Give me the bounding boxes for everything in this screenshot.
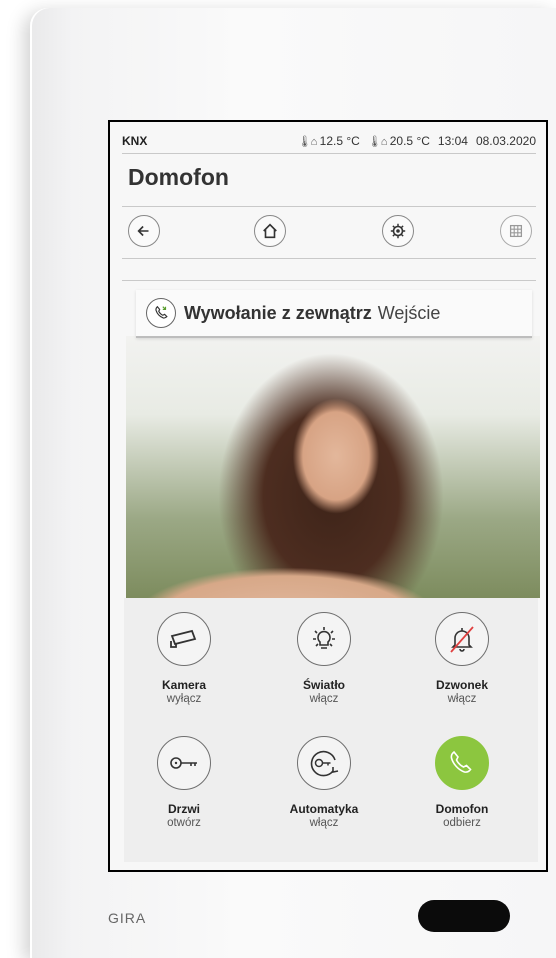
doorbell-button[interactable] bbox=[435, 612, 489, 666]
light-bulb-icon bbox=[313, 627, 335, 649]
hardware-home-button[interactable] bbox=[418, 900, 510, 932]
divider bbox=[122, 258, 536, 259]
light-control[interactable]: Światło włącz bbox=[264, 612, 384, 705]
outdoor-thermometer-icon: 🌡⌂ bbox=[297, 136, 318, 148]
automation-control[interactable]: Automatyka włącz bbox=[264, 736, 384, 829]
answer-button[interactable] bbox=[435, 736, 489, 790]
door-button[interactable] bbox=[157, 736, 211, 790]
controls-panel: Kamera wyłącz Światło włącz Dzwonek włąc… bbox=[124, 598, 538, 862]
call-banner: Wywołanie z zewnątrz Wejście bbox=[136, 290, 532, 338]
divider bbox=[122, 280, 536, 281]
back-button[interactable] bbox=[128, 215, 160, 247]
device-frame: KNX 🌡⌂ 12.5 °C 🌡⌂ 20.5 °C 13:04 08.03.20… bbox=[30, 8, 556, 958]
camera-label: Kamera bbox=[161, 678, 207, 692]
light-label: Światło bbox=[302, 678, 345, 692]
call-location: Wejście bbox=[377, 302, 441, 323]
home-button[interactable] bbox=[254, 215, 286, 247]
date: 08.03.2020 bbox=[475, 134, 536, 148]
indoor-temp: 🌡⌂ 20.5 °C bbox=[368, 134, 430, 148]
camera-control[interactable]: Kamera wyłącz bbox=[124, 612, 244, 705]
auto-key-icon bbox=[310, 750, 339, 777]
intercom-sublabel: odbierz bbox=[443, 817, 481, 829]
intercom-label: Domofon bbox=[435, 802, 489, 816]
clock: 13:04 bbox=[437, 134, 468, 148]
doorbell-sublabel: włącz bbox=[447, 693, 477, 705]
door-sublabel: otwórz bbox=[167, 817, 201, 829]
arrow-left-icon bbox=[137, 225, 149, 237]
home-icon bbox=[263, 223, 277, 239]
automation-sublabel: włącz bbox=[309, 817, 339, 829]
screen-content: KNX 🌡⌂ 12.5 °C 🌡⌂ 20.5 °C 13:04 08.03.20… bbox=[110, 122, 546, 870]
doorbell-label: Dzwonek bbox=[435, 678, 488, 692]
nav-bar bbox=[128, 215, 532, 253]
phone-answer-icon bbox=[450, 750, 472, 773]
device-brand-label: GIRA bbox=[108, 910, 147, 926]
camera-feed bbox=[126, 336, 540, 598]
automation-label: Automatyka bbox=[289, 802, 359, 816]
grid-button[interactable] bbox=[500, 215, 532, 247]
divider bbox=[122, 206, 536, 207]
automation-button[interactable] bbox=[297, 736, 351, 790]
camera-sublabel: wyłącz bbox=[166, 693, 202, 705]
settings-button[interactable] bbox=[382, 215, 414, 247]
outdoor-temp-value: 12.5 °C bbox=[319, 134, 360, 148]
outdoor-temp: 🌡⌂ 12.5 °C bbox=[298, 134, 360, 148]
divider bbox=[122, 153, 536, 154]
call-title: Wywołanie z zewnątrz bbox=[184, 302, 372, 323]
page-title: Domofon bbox=[128, 164, 229, 190]
indoor-thermometer-icon: 🌡⌂ bbox=[367, 136, 388, 148]
camera-button[interactable] bbox=[157, 612, 211, 666]
status-bar: KNX 🌡⌂ 12.5 °C 🌡⌂ 20.5 °C 13:04 08.03.20… bbox=[122, 132, 536, 150]
phone-incoming-icon bbox=[146, 298, 176, 328]
settings-gear-icon bbox=[390, 223, 406, 239]
intercom-control[interactable]: Domofon odbierz bbox=[402, 736, 522, 829]
bell-muted-icon bbox=[450, 626, 474, 653]
light-sublabel: włącz bbox=[309, 693, 339, 705]
camera-feed-shoulders bbox=[126, 528, 540, 598]
touch-screen: KNX 🌡⌂ 12.5 °C 🌡⌂ 20.5 °C 13:04 08.03.20… bbox=[108, 120, 548, 872]
camera-icon bbox=[170, 629, 197, 648]
key-icon bbox=[170, 757, 197, 769]
door-label: Drzwi bbox=[167, 802, 200, 816]
light-button[interactable] bbox=[297, 612, 351, 666]
doorbell-control[interactable]: Dzwonek włącz bbox=[402, 612, 522, 705]
indoor-temp-value: 20.5 °C bbox=[389, 134, 430, 148]
grid-icon bbox=[509, 224, 523, 238]
door-control[interactable]: Drzwi otwórz bbox=[124, 736, 244, 829]
knx-label: KNX bbox=[122, 134, 148, 148]
